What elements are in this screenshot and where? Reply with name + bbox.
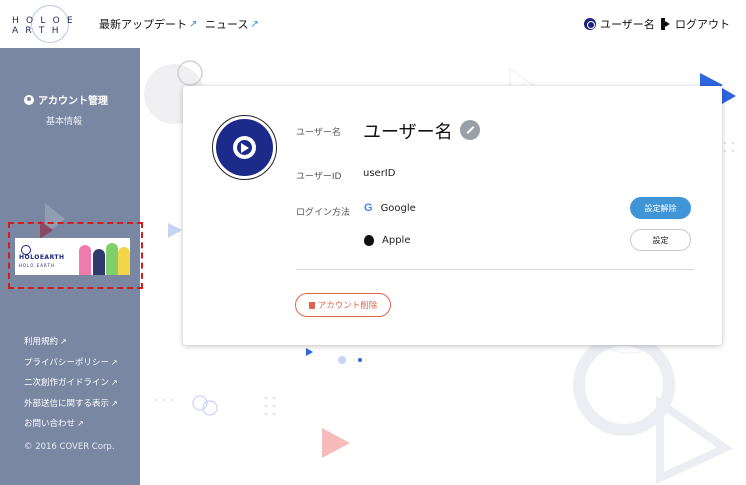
delete-account-label: アカウント削除 xyxy=(317,301,378,311)
top-header: H O L O E A R T H 最新アップデート ↗ ニュース ↗ ユーザー… xyxy=(0,0,746,48)
username-label: ユーザー名 xyxy=(296,128,341,138)
sidebar-link-external-transmission[interactable]: 外部送信に関する表示 ↗ xyxy=(24,394,118,415)
external-link-icon: ↗ xyxy=(111,398,118,408)
bg-dot-blue xyxy=(358,358,362,362)
sidebar-link-guidelines[interactable]: 二次創作ガイドライン ↗ xyxy=(24,373,118,394)
header-user-button[interactable]: ユーザー名 xyxy=(584,16,655,32)
provider-google: G Google xyxy=(364,202,416,214)
userid-value: userID xyxy=(363,168,396,179)
sidebar-account-management[interactable]: アカウント管理 xyxy=(24,92,108,107)
google-unlink-button[interactable]: 設定解除 xyxy=(630,197,691,219)
logout-icon xyxy=(661,18,671,30)
copyright: © 2016 COVER Corp. xyxy=(24,442,115,452)
bg-triangle-light xyxy=(168,223,182,238)
bg-triangle-pink xyxy=(322,428,350,458)
provider-google-name: Google xyxy=(380,202,416,214)
provider-apple-name: Apple xyxy=(382,235,411,246)
sidebar-link-privacy[interactable]: プライバシーポリシー ↗ xyxy=(24,353,118,374)
google-icon: G xyxy=(364,202,373,214)
delete-account-button[interactable]: アカウント削除 xyxy=(295,293,391,317)
sidebar-link-contact[interactable]: お問い合わせ ↗ xyxy=(24,414,118,435)
sidebar-link-terms[interactable]: 利用規約 ↗ xyxy=(24,332,118,353)
logo-text: H O L O E A R T H xyxy=(12,16,75,36)
edit-username-button[interactable] xyxy=(460,120,480,140)
nav-news-label: ニュース xyxy=(205,18,249,31)
logout-label: ログアウト xyxy=(675,18,730,31)
nav-latest-updates-label: 最新アップデート xyxy=(99,18,187,31)
provider-apple: Apple xyxy=(364,235,410,246)
bg-big-ring xyxy=(573,334,675,436)
nav-latest-updates[interactable]: 最新アップデート ↗ xyxy=(99,16,197,32)
trash-icon xyxy=(308,301,315,309)
privacy-label: プライバシーポリシー xyxy=(24,357,109,368)
bg-dot xyxy=(338,356,346,364)
userid-label: ユーザーID xyxy=(296,172,342,182)
external-link-icon: ↗ xyxy=(189,18,198,30)
user-avatar-icon xyxy=(584,18,596,30)
terms-label: 利用規約 xyxy=(24,337,59,347)
bg-triangle-outline-large xyxy=(656,395,734,485)
external-link-icon: ↗ xyxy=(250,18,259,30)
divider xyxy=(296,269,694,270)
sidebar-links: 利用規約 ↗ プライバシーポリシー ↗ 二次創作ガイドライン ↗ 外部送信に関する表示… xyxy=(24,332,118,435)
sidebar-item-basic-info[interactable]: 基本情報 xyxy=(46,114,82,127)
holoearth-logo[interactable]: H O L O E A R T H xyxy=(10,4,76,44)
external-link-icon: ↗ xyxy=(111,378,118,387)
pencil-icon xyxy=(466,126,474,134)
profile-avatar xyxy=(212,115,277,180)
external-link-icon: ↗ xyxy=(77,419,84,428)
login-method-label: ログイン方法 xyxy=(296,208,351,218)
person-icon xyxy=(24,94,34,105)
external-transmission-label: 外部送信に関する表示 xyxy=(24,398,110,409)
profile-card: ユーザー名 ユーザー名 ユーザーID userID ログイン方法 G Googl… xyxy=(183,86,722,345)
username-value: ユーザー名 xyxy=(363,122,453,143)
guidelines-label: 二次創作ガイドライン xyxy=(24,378,110,388)
avatar-logo-icon xyxy=(216,119,273,176)
apple-icon xyxy=(364,235,374,246)
nav-news[interactable]: ニュース ↗ xyxy=(205,16,259,32)
logout-button[interactable]: ログアウト xyxy=(661,16,730,32)
header-user-label: ユーザー名 xyxy=(600,18,655,31)
contact-label: お問い合わせ xyxy=(24,419,76,429)
apple-link-button[interactable]: 設定 xyxy=(630,229,691,251)
sidebar-account-label: アカウント管理 xyxy=(38,96,108,107)
highlight-box xyxy=(8,222,143,289)
bg-triangle-tiny xyxy=(306,348,313,356)
external-link-icon: ↗ xyxy=(110,357,118,367)
bg-triangle-blue-small xyxy=(722,88,736,104)
external-link-icon: ↗ xyxy=(60,337,67,346)
